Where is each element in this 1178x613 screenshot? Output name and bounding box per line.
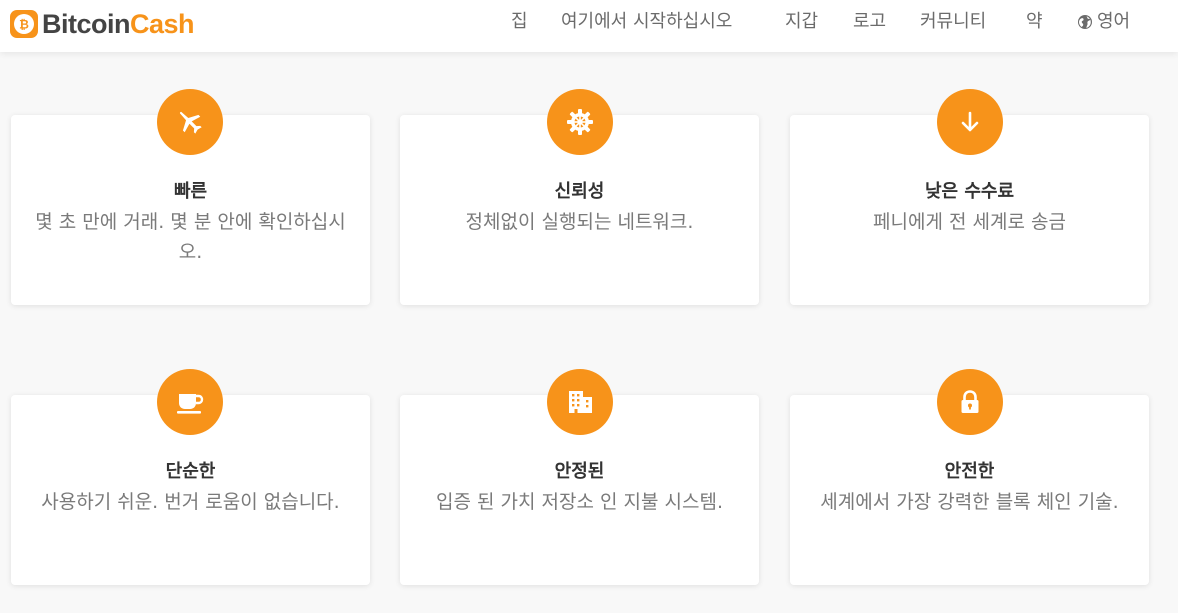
feature-title: 빠른	[173, 181, 208, 202]
language-label: 영어	[1097, 11, 1131, 32]
feature-description: 정체없이 실행되는 네트워크.	[465, 211, 694, 233]
feature-description: 세계에서 가장 강력한 블록 체인 기술.	[820, 491, 1119, 513]
building-icon	[547, 369, 613, 435]
nav-about[interactable]: 약	[1026, 10, 1043, 34]
nav-wallets[interactable]: 지갑	[785, 10, 818, 34]
gear-icon	[547, 89, 613, 155]
coffee-cup-icon	[157, 369, 223, 435]
nav-get-started[interactable]: 여기에서 시작하십시오	[561, 10, 732, 34]
brand-name: BitcoinCash	[42, 9, 195, 39]
feature-title: 안정된	[554, 461, 605, 482]
nav-logos[interactable]: 로고	[853, 10, 886, 34]
feature-description: 입증 된 가치 저장소 인 지불 시스템.	[436, 491, 723, 513]
nav-community[interactable]: 커뮤니티	[920, 10, 986, 34]
feature-description: 몇 초 만에 거래. 몇 분 안에 확인하십시오.	[35, 211, 346, 263]
brand-logo[interactable]: ₿ BitcoinCash	[10, 9, 195, 39]
jet-plane-icon	[157, 89, 223, 155]
language-selector[interactable]: 영어	[1077, 10, 1130, 34]
feature-title: 안전한	[944, 461, 995, 482]
feature-title: 낮은 수수료	[924, 181, 1015, 202]
feature-title: 신뢰성	[554, 181, 605, 202]
bitcoin-cash-logo-icon: ₿	[10, 10, 38, 38]
lock-icon	[937, 369, 1003, 435]
feature-title: 단순한	[165, 461, 216, 482]
globe-icon	[1077, 14, 1093, 30]
svg-text:₿: ₿	[19, 18, 29, 32]
top-navbar: ₿ BitcoinCash 집 여기에서 시작하십시오 지갑 로고 커뮤니티 약…	[0, 0, 1178, 52]
feature-description: 페니에게 전 세계로 송금	[873, 211, 1066, 233]
arrow-down-icon	[937, 89, 1003, 155]
nav-home[interactable]: 집	[511, 10, 528, 34]
feature-description: 사용하기 쉬운. 번거 로움이 없습니다.	[41, 491, 340, 513]
